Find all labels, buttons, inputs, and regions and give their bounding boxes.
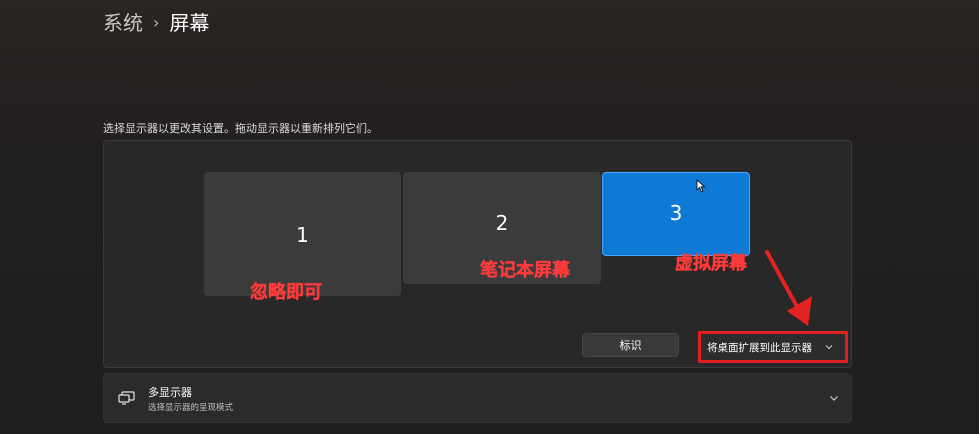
breadcrumb: 系统 › 屏幕 <box>103 8 209 38</box>
monitor-3-selected[interactable]: 3 <box>602 172 750 256</box>
multi-display-title: 多显示器 <box>148 385 192 399</box>
breadcrumb-system-link[interactable]: 系统 <box>103 8 143 38</box>
chevron-down-icon[interactable] <box>829 393 839 403</box>
monitor-number: 3 <box>669 201 683 225</box>
annotation-virtual-screen: 虚拟屏幕 <box>675 253 747 274</box>
page-title: 屏幕 <box>169 11 210 35</box>
monitor-number: 1 <box>296 223 309 247</box>
multi-display-subtitle: 选择显示器的呈现模式 <box>148 402 234 413</box>
monitor-number: 2 <box>495 211 509 235</box>
annotation-laptop-screen: 笔记本屏幕 <box>480 260 570 281</box>
chevron-down-icon <box>825 345 833 350</box>
extend-desktop-dropdown[interactable]: 将桌面扩展到此显示器 <box>698 331 848 363</box>
identify-button[interactable]: 标识 <box>582 333 679 357</box>
multi-monitor-icon <box>118 391 135 405</box>
multi-display-text: 多显示器 选择显示器的呈现模式 <box>148 384 233 413</box>
display-arrangement-panel: 1 2 3 忽略即可 笔记本屏幕 虚拟屏幕 标识 将桌面扩展到此显示器 <box>103 140 852 368</box>
annotation-ignore: 忽略即可 <box>250 282 322 303</box>
mouse-pointer-icon <box>696 179 706 193</box>
dropdown-selected-value: 将桌面扩展到此显示器 <box>707 341 812 354</box>
multi-display-section[interactable]: 多显示器 选择显示器的呈现模式 <box>103 373 852 423</box>
chevron-right-icon: › <box>153 13 160 32</box>
arrange-instruction: 选择显示器以更改其设置。拖动显示器以重新排列它们。 <box>103 122 378 135</box>
